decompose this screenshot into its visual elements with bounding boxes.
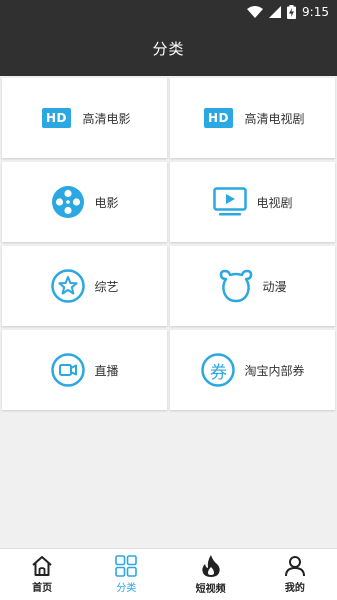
category-label: 淘宝内部券 <box>244 363 305 378</box>
tab-short-video[interactable]: 短视频 <box>169 549 253 600</box>
wifi-icon <box>247 6 264 18</box>
status-bar: 9:15 <box>247 0 329 24</box>
film-reel-icon <box>50 184 86 220</box>
category-hd-tv-series[interactable]: HD 高清电视剧 <box>170 78 335 158</box>
signal-icon <box>269 6 282 18</box>
category-label: 高清电视剧 <box>244 111 305 126</box>
battery-charging-icon <box>287 5 297 19</box>
category-label: 高清电影 <box>82 111 131 126</box>
category-tv-series[interactable]: 电视剧 <box>170 162 335 242</box>
tab-category[interactable]: 分类 <box>84 549 168 600</box>
category-label: 动漫 <box>262 279 287 294</box>
star-circle-icon <box>50 268 86 304</box>
tab-profile[interactable]: 我的 <box>253 549 337 600</box>
tab-label: 分类 <box>116 583 137 594</box>
tab-label: 我的 <box>284 583 305 594</box>
status-time: 9:15 <box>302 5 329 19</box>
bear-icon <box>218 268 254 304</box>
hd-icon: HD <box>38 100 74 136</box>
home-icon <box>32 556 52 576</box>
app-header: 9:15 分类 <box>0 0 337 76</box>
bottom-tab-bar: 首页 分类 短视频 我的 <box>0 548 337 600</box>
grid-icon <box>115 555 138 577</box>
category-live[interactable]: 直播 <box>2 330 167 410</box>
tv-icon <box>212 184 248 220</box>
category-label: 综艺 <box>94 279 119 294</box>
page-title: 分类 <box>152 40 185 58</box>
category-label: 直播 <box>94 363 119 378</box>
category-anime[interactable]: 动漫 <box>170 246 335 326</box>
tab-label: 短视频 <box>195 584 226 595</box>
video-camera-icon <box>50 352 86 388</box>
hd-icon: HD <box>200 100 236 136</box>
category-hd-movie[interactable]: HD 高清电影 <box>2 78 167 158</box>
flame-icon <box>201 555 220 577</box>
category-movie[interactable]: 电影 <box>2 162 167 242</box>
category-taobao-coupon[interactable]: 券 淘宝内部券 <box>170 330 335 410</box>
hd-badge: HD <box>41 108 71 128</box>
category-label: 电视剧 <box>256 195 293 210</box>
tab-label: 首页 <box>32 583 53 594</box>
coupon-glyph: 券 <box>209 362 227 383</box>
category-label: 电影 <box>94 195 119 210</box>
category-grid: HD 高清电影 HD 高清电视剧 电影 电视剧 综艺 动漫 直播 券 淘宝内部券 <box>2 78 335 410</box>
hd-badge: HD <box>203 108 233 128</box>
user-icon <box>284 556 305 577</box>
tab-home[interactable]: 首页 <box>0 549 84 600</box>
category-variety[interactable]: 综艺 <box>2 246 167 326</box>
coupon-icon: 券 <box>200 352 236 388</box>
